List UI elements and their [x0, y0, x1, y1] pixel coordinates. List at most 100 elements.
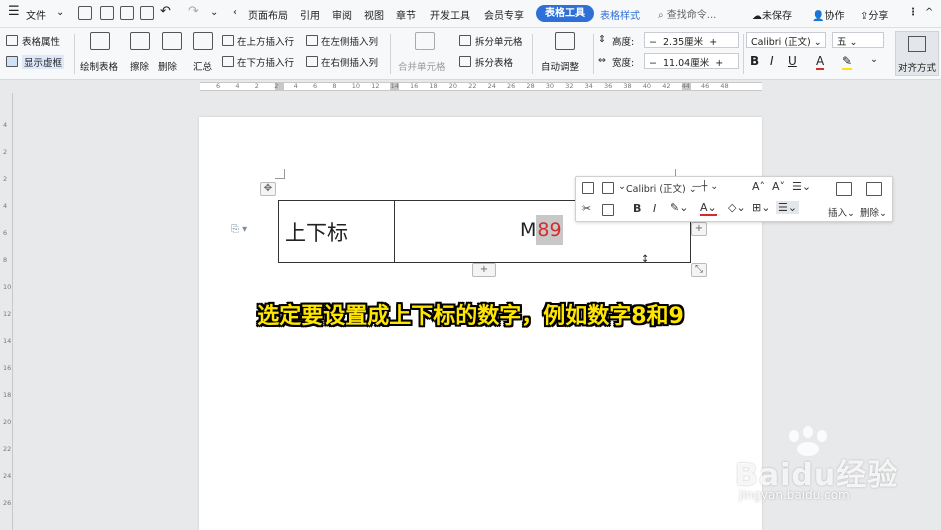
- ruler-number: 18: [429, 82, 438, 90]
- autofit-button[interactable]: 自动调整: [541, 59, 579, 73]
- customize-icon[interactable]: ⌄: [210, 7, 218, 18]
- width-label: 宽度:: [612, 58, 635, 69]
- redo-icon[interactable]: ↷: [188, 4, 199, 19]
- chevron-down-icon[interactable]: ⌄: [56, 7, 64, 18]
- insert-row-icon[interactable]: [836, 182, 852, 196]
- tab-table-tools[interactable]: 表格工具: [536, 5, 594, 22]
- tab-references[interactable]: 引用: [300, 7, 320, 22]
- row-resize-cursor-icon: ↕: [641, 254, 650, 265]
- delete-button[interactable]: 删除: [158, 59, 177, 73]
- font-size-select[interactable]: 五 ⌄: [832, 32, 884, 48]
- delete-menu[interactable]: 删除⌄: [860, 205, 887, 219]
- ruler-number: 6: [313, 82, 318, 90]
- tab-member[interactable]: 会员专享: [484, 7, 524, 22]
- table-cell-text[interactable]: 上下标: [285, 217, 348, 247]
- collab-label: 协作: [824, 11, 845, 22]
- tab-page-layout[interactable]: 页面布局: [248, 7, 288, 22]
- table-cell-formula[interactable]: M89: [520, 215, 563, 245]
- print-preview-icon[interactable]: [140, 6, 154, 20]
- height-increase[interactable]: +: [709, 37, 717, 48]
- height-label: 高度:: [612, 37, 635, 48]
- merge-cells-button[interactable]: 合并单元格: [398, 59, 446, 73]
- width-icon: ⇔: [598, 55, 606, 66]
- align-button[interactable]: 对齐方式: [895, 31, 939, 76]
- paste-icon[interactable]: [602, 182, 614, 194]
- cut-icon[interactable]: ✂: [582, 202, 591, 215]
- mini-highlight-icon[interactable]: ✎⌄: [670, 201, 688, 214]
- more-icon[interactable]: ⋮: [908, 7, 918, 18]
- font-name-select[interactable]: Calibri (正文) ⌄: [746, 32, 826, 48]
- format-brush-icon[interactable]: [602, 204, 614, 216]
- add-row-button[interactable]: +: [472, 263, 496, 277]
- draw-table-button[interactable]: 绘制表格: [80, 59, 118, 73]
- copy-icon[interactable]: [582, 182, 594, 194]
- cell-divider[interactable]: [394, 201, 396, 262]
- print-icon[interactable]: [120, 6, 134, 20]
- italic-button[interactable]: I: [770, 54, 774, 68]
- show-gridlines-toggle[interactable]: 显示虚框: [22, 55, 65, 69]
- width-decrease[interactable]: −: [649, 58, 657, 69]
- tab-chapter[interactable]: 章节: [396, 7, 416, 22]
- ruler-number: 48: [720, 82, 729, 90]
- collapse-ribbon-icon[interactable]: ^: [925, 7, 933, 18]
- insert-above-button[interactable]: 在上方插入行: [237, 34, 294, 48]
- horizontal-ruler[interactable]: 6 4 2 2 4 6 8 10 12 14 16 18 20 22 24 26 28 30 32 34 36 38 40 4…: [0, 80, 941, 93]
- add-column-button[interactable]: +: [691, 222, 707, 236]
- resize-table-icon[interactable]: ⤡: [691, 263, 707, 277]
- line-spacing-icon[interactable]: ☰⌄: [792, 180, 811, 193]
- mini-italic-button[interactable]: I: [653, 202, 656, 215]
- summary-icon: [193, 32, 213, 50]
- mini-bold-button[interactable]: B: [633, 202, 641, 215]
- shading-icon[interactable]: ◇⌄: [728, 201, 746, 214]
- tab-view[interactable]: 视图: [364, 7, 384, 22]
- more-format-icon[interactable]: ⌄: [870, 54, 878, 65]
- width-field[interactable]: − 11.04厘米 +: [644, 53, 739, 69]
- highlight-icon[interactable]: ✎: [842, 54, 853, 70]
- bold-button[interactable]: B: [750, 54, 759, 68]
- summary-button[interactable]: 汇总: [193, 59, 212, 73]
- search-command[interactable]: ⌕ 查找命令...: [658, 6, 716, 21]
- font-name-mini[interactable]: Calibri (正文) ⌄: [626, 181, 697, 195]
- save-icon[interactable]: [78, 6, 92, 20]
- export-pdf-icon[interactable]: [100, 6, 114, 20]
- undo-icon[interactable]: ↶: [160, 4, 171, 19]
- height-decrease[interactable]: −: [649, 37, 657, 48]
- font-name-value: Calibri (正文): [751, 37, 811, 48]
- font-size-mini[interactable]: —┼ ⌄: [692, 181, 718, 192]
- width-increase[interactable]: +: [715, 58, 723, 69]
- insert-left-button[interactable]: 在左侧插入列: [321, 34, 378, 48]
- insert-below-button[interactable]: 在下方插入行: [237, 55, 294, 69]
- erase-button[interactable]: 擦除: [130, 59, 149, 73]
- underline-button[interactable]: U: [788, 54, 797, 68]
- tab-table-style[interactable]: 表格样式: [600, 7, 640, 22]
- table-props-button[interactable]: 表格属性: [22, 34, 60, 48]
- shrink-font-icon[interactable]: A˅: [772, 180, 785, 193]
- insert-right-icon: [306, 56, 318, 67]
- align-mini-icon[interactable]: ☰⌄: [776, 201, 800, 214]
- table-move-handle[interactable]: ✥: [260, 182, 276, 196]
- font-color-button[interactable]: A: [816, 54, 825, 70]
- split-table-button[interactable]: 拆分表格: [475, 55, 513, 69]
- height-field[interactable]: − 2.35厘米 +: [644, 32, 739, 48]
- grow-font-icon[interactable]: A˄: [752, 180, 765, 193]
- ruler-number: 16: [3, 364, 12, 372]
- gridlines-icon: [6, 56, 18, 67]
- hamburger-icon[interactable]: ☰: [8, 4, 20, 19]
- delete-row-icon[interactable]: [866, 182, 882, 196]
- mini-font-color-icon[interactable]: A⌄: [700, 201, 717, 216]
- format-painter-icon[interactable]: ⌄: [618, 181, 626, 192]
- insert-right-button[interactable]: 在右侧插入列: [321, 55, 378, 69]
- scroll-left-icon[interactable]: ‹: [233, 7, 237, 18]
- insert-menu[interactable]: 插入⌄: [828, 205, 855, 219]
- file-menu[interactable]: 文件: [26, 7, 46, 22]
- split-cells-button[interactable]: 拆分单元格: [475, 34, 523, 48]
- paste-options-icon[interactable]: ⎘ ▾: [231, 224, 247, 235]
- selected-digits[interactable]: 89: [536, 215, 563, 245]
- save-status[interactable]: ☁未保存: [752, 7, 792, 22]
- share-button[interactable]: ⇪分享: [860, 7, 888, 22]
- borders-icon[interactable]: ⊞⌄: [752, 201, 770, 214]
- tab-developer[interactable]: 开发工具: [430, 7, 470, 22]
- collab-button[interactable]: 👤协作: [812, 7, 844, 22]
- tab-review[interactable]: 审阅: [332, 7, 352, 22]
- ruler-number: 18: [3, 391, 12, 399]
